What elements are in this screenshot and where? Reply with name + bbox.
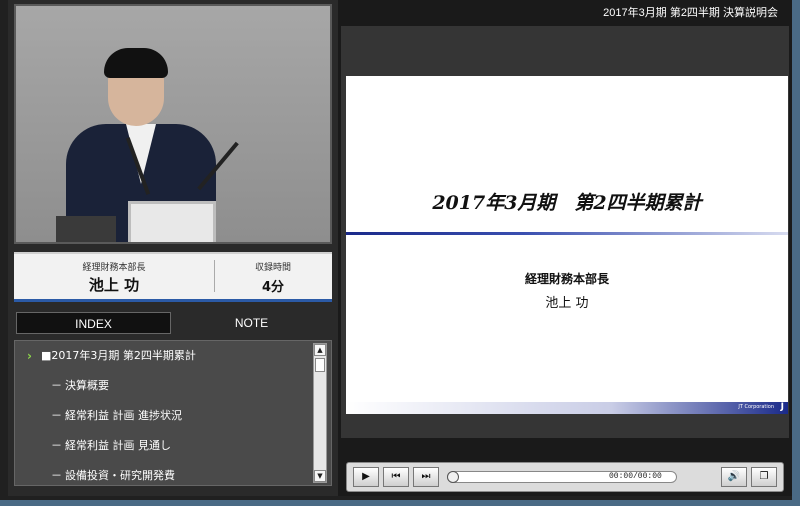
index-item-label: 経常利益 計画 進捗状況 [65, 409, 182, 422]
index-item[interactable]: － 経常利益 計画 進捗状況 [15, 405, 305, 427]
tab-note[interactable]: NOTE [174, 312, 329, 334]
scroll-down-icon[interactable]: ▼ [314, 470, 326, 482]
slide-logo: J [780, 402, 784, 412]
video-frame [16, 6, 330, 242]
index-list: › ■2017年3月期 第2四半期累計 － 決算概要 － 経常利益 計画 進捗状… [14, 340, 332, 486]
index-item[interactable]: － 決算概要 [15, 375, 305, 397]
slide-title: 2017年3月期 第2四半期累計 [432, 192, 702, 214]
seek-handle[interactable] [447, 471, 459, 483]
tab-index[interactable]: INDEX [16, 312, 171, 334]
index-item[interactable]: － 設備投資・研究開発費 [15, 465, 305, 485]
slide: 2017年3月期 第2四半期累計 経理財務本部長 池上 功 JT Corpora… [346, 76, 788, 414]
index-item-label: ■2017年3月期 第2四半期累計 [41, 349, 196, 362]
index-item-active[interactable]: › ■2017年3月期 第2四半期累計 [15, 345, 305, 367]
index-item-label: 経常利益 計画 見通し [65, 439, 171, 452]
video-player[interactable] [14, 4, 332, 244]
dash: － [51, 439, 62, 452]
page-title: 2017年3月期 第2四半期 決算説明会 [603, 7, 778, 19]
time-display: 00:00/00:00 [609, 472, 662, 481]
presenter-hair [104, 48, 168, 78]
skip-back-button[interactable]: ⏮ [383, 467, 409, 487]
slide-speaker-name: 池上 功 [545, 296, 589, 311]
skip-back-icon: ⏮ [391, 471, 401, 482]
slide-divider [346, 232, 788, 235]
speaker-name: 池上 功 [88, 276, 140, 294]
speaker-icon: 🔊 [727, 471, 741, 482]
volume-button[interactable]: 🔊 [721, 467, 747, 487]
dash: － [51, 379, 62, 392]
chevron-right-icon: › [27, 349, 32, 363]
index-item-label: 決算概要 [65, 379, 109, 392]
duration-value: 4分 [261, 280, 285, 295]
index-item-label: 設備投資・研究開発費 [65, 469, 175, 482]
index-item[interactable]: － 経常利益 計画 見通し [15, 435, 305, 457]
play-button[interactable]: ▶ [353, 467, 379, 487]
right-panel: 2017年3月期 第2四半期 決算説明会 2017年3月期 第2四半期累計 経理… [338, 0, 792, 496]
window-icon: ❐ [759, 471, 769, 482]
dash: － [51, 469, 62, 482]
slide-speaker-role: 経理財務本部長 [524, 272, 609, 286]
tab-bar: INDEX NOTE [14, 312, 332, 336]
dash: － [51, 409, 62, 422]
duration-label: 収録時間 [254, 263, 291, 273]
slide-footer [346, 402, 788, 414]
slide-area: 2017年3月期 第2四半期累計 経理財務本部長 池上 功 JT Corpora… [341, 26, 789, 438]
skip-forward-icon: ⏭ [421, 471, 431, 482]
podium-side [56, 216, 116, 242]
scrollbar[interactable]: ▲ ▼ [313, 343, 327, 483]
player-frame: 経理財務本部長 池上 功 収録時間 4分 INDEX NOTE › ■2017年… [0, 0, 800, 506]
scroll-up-icon[interactable]: ▲ [314, 344, 326, 356]
play-icon: ▶ [362, 471, 370, 482]
left-panel: 経理財務本部長 池上 功 収録時間 4分 INDEX NOTE › ■2017年… [8, 0, 338, 496]
podium [128, 201, 216, 242]
scroll-thumb[interactable] [315, 358, 325, 372]
window-toggle-button[interactable]: ❐ [751, 467, 777, 487]
speaker-info-panel: 経理財務本部長 池上 功 収録時間 4分 [14, 252, 332, 302]
slide-corporation: JT Corporation [738, 404, 774, 410]
speaker-role: 経理財務本部長 [82, 263, 146, 273]
player-controls: ▶ ⏮ ⏭ 00:00/00:00 🔊 ❐ [346, 462, 784, 492]
skip-forward-button[interactable]: ⏭ [413, 467, 439, 487]
